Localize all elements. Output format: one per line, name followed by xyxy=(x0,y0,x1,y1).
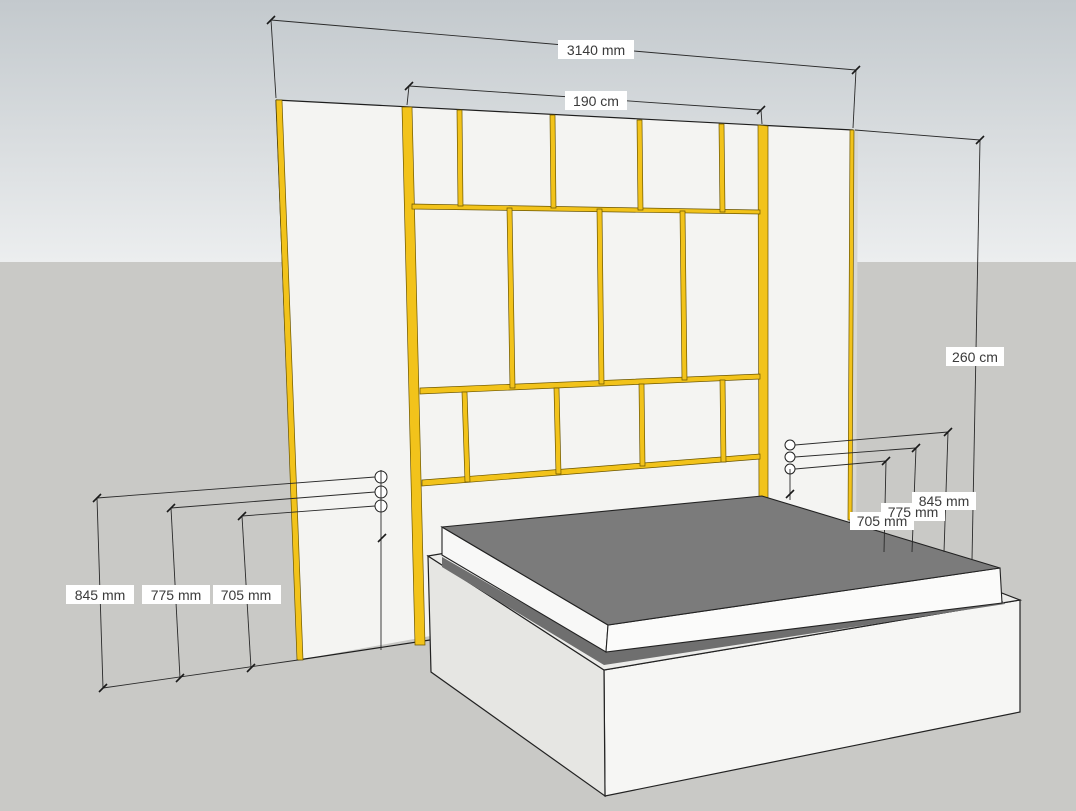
headboard-wall-model: 3140 mm 190 cm 260 cm 845 mm 775 mm 705 … xyxy=(0,0,1076,806)
batten-vertical-right xyxy=(757,124,769,501)
label-left-845: 845 mm xyxy=(75,587,126,603)
label-inner-width: 190 cm xyxy=(573,93,619,109)
sketchup-viewport[interactable]: 3140 mm 190 cm 260 cm 845 mm 775 mm 705 … xyxy=(0,0,1076,806)
label-right-705: 705 mm xyxy=(857,513,908,529)
label-left-775: 775 mm xyxy=(151,587,202,603)
label-height: 260 cm xyxy=(952,349,998,365)
label-overall-width: 3140 mm xyxy=(567,42,625,58)
label-left-705: 705 mm xyxy=(221,587,272,603)
